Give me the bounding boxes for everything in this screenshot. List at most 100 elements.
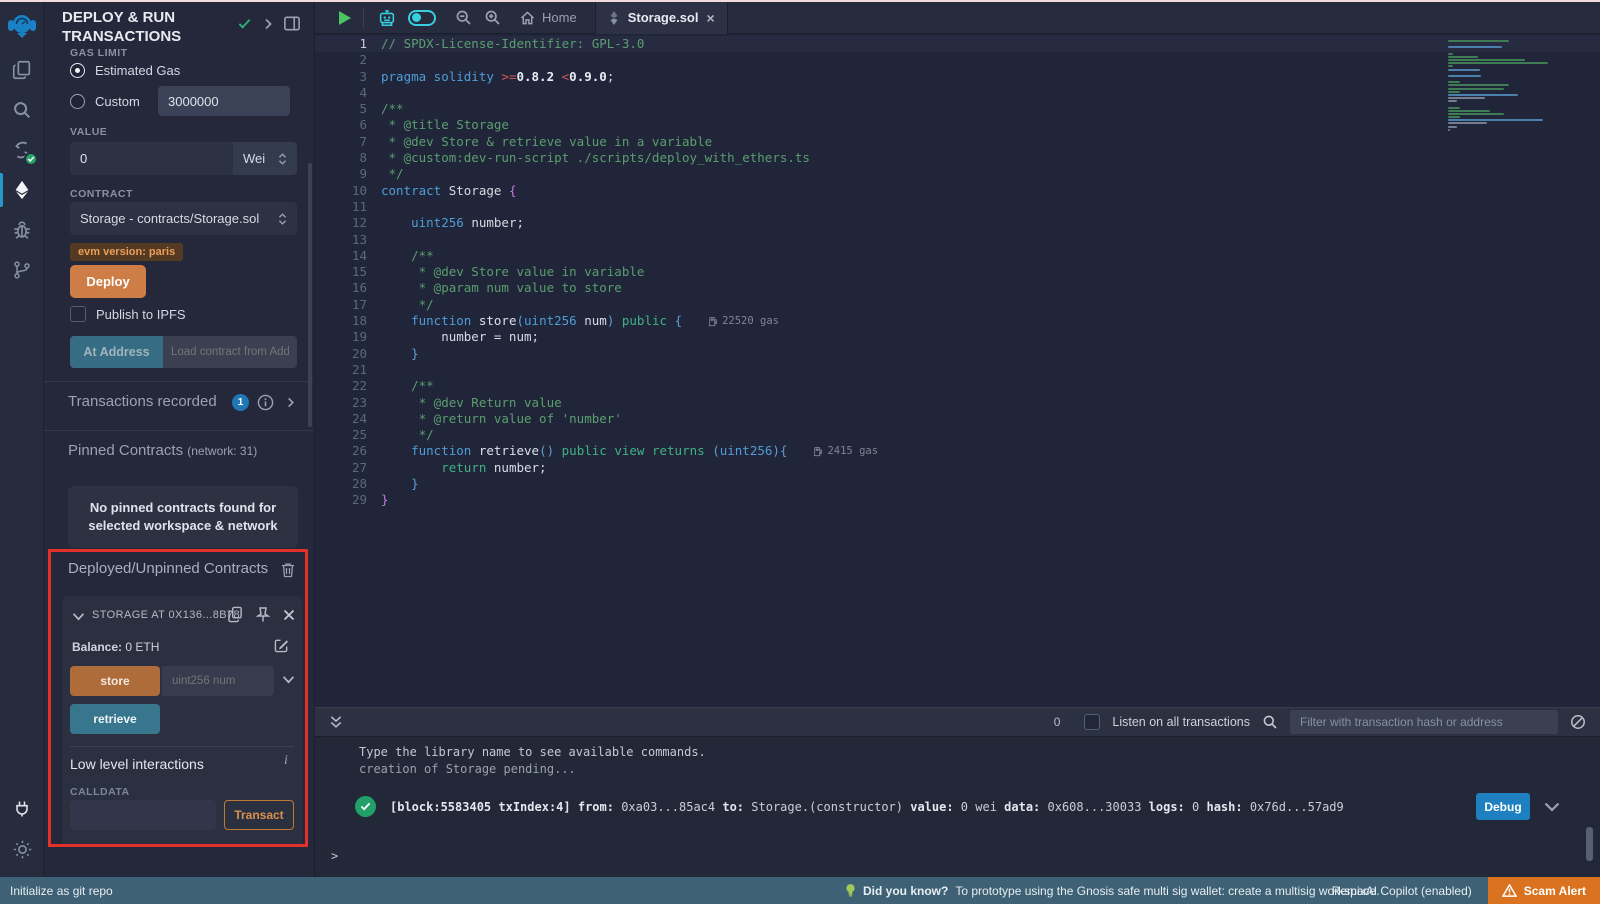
sidebar-item-plugin-manager[interactable]	[0, 789, 44, 829]
git-init-status[interactable]: Initialize as git repo	[10, 884, 113, 898]
value-unit-select[interactable]: Wei	[233, 142, 297, 175]
code-line-12[interactable]: 12 uint256 number;	[315, 215, 1600, 231]
scam-alert-button[interactable]: Scam Alert	[1488, 877, 1600, 904]
code-line-5[interactable]: 5/**	[315, 101, 1600, 117]
code-line-3[interactable]: 3pragma solidity >=0.8.2 <0.9.0;	[315, 69, 1600, 85]
code-line-23[interactable]: 23 * @dev Return value	[315, 395, 1600, 411]
copy-address-icon[interactable]	[228, 606, 243, 623]
low-level-info-icon[interactable]: i	[284, 753, 288, 769]
zoom-out-icon[interactable]	[454, 8, 473, 27]
close-tab-icon[interactable]: ×	[706, 10, 714, 26]
code-line-11[interactable]: 11	[315, 199, 1600, 215]
code-line-1[interactable]: 1// SPDX-License-Identifier: GPL-3.0	[315, 36, 1600, 52]
transaction-log-row[interactable]: [block:5583405 txIndex:4] from: 0xa03...…	[355, 793, 1560, 820]
transact-button[interactable]: Transact	[224, 800, 294, 830]
copilot-toggle[interactable]	[408, 10, 436, 26]
store-expand-chevron-icon[interactable]	[282, 675, 295, 684]
run-script-play-icon[interactable]	[339, 11, 351, 25]
at-address-button[interactable]: At Address	[70, 336, 163, 368]
sidebar-item-settings[interactable]	[0, 829, 44, 869]
code-line-27[interactable]: 27 return number;	[315, 460, 1600, 476]
code-line-26[interactable]: 26 function retrieve() public view retur…	[315, 443, 1600, 459]
terminal-output[interactable]: Type the library name to see available c…	[315, 737, 1600, 877]
code-line-28[interactable]: 28 }	[315, 476, 1600, 492]
code-line-14[interactable]: 14 /**	[315, 248, 1600, 264]
code-line-6[interactable]: 6 * @title Storage	[315, 117, 1600, 133]
remove-contract-icon[interactable]	[283, 609, 295, 621]
deploy-button[interactable]: Deploy	[70, 265, 146, 298]
contract-expand-chevron-icon[interactable]	[72, 612, 85, 621]
code-line-24[interactable]: 24 * @return value of 'number'	[315, 411, 1600, 427]
code-line-7[interactable]: 7 * @dev Store & retrieve value in a var…	[315, 134, 1600, 150]
custom-gas-input[interactable]	[158, 86, 290, 116]
sidebar-item-search[interactable]	[0, 90, 44, 130]
sidebar-item-deploy-run[interactable]	[0, 170, 44, 210]
panel-chevron-right-icon[interactable]	[262, 18, 274, 30]
estimated-gas-radio-row[interactable]: Estimated Gas	[70, 63, 180, 78]
code-line-19[interactable]: 19 number = num;	[315, 329, 1600, 345]
line-number: 11	[315, 199, 381, 215]
balance-row: Balance: 0 ETH	[72, 640, 159, 654]
terminal-search-icon[interactable]	[1262, 714, 1278, 730]
tab-storage-sol[interactable]: Storage.sol ×	[595, 2, 728, 34]
minimap-line	[1448, 40, 1509, 42]
code-line-9[interactable]: 9 */	[315, 166, 1600, 182]
listen-all-checkbox[interactable]	[1084, 714, 1100, 730]
sidebar-item-file-explorer[interactable]	[0, 50, 44, 90]
code-line-29[interactable]: 29}	[315, 492, 1600, 508]
contract-select[interactable]: Storage - contracts/Storage.sol	[70, 202, 297, 235]
sidebar-item-solidity-compiler[interactable]	[0, 130, 44, 170]
contract-select-value: Storage - contracts/Storage.sol	[80, 211, 259, 226]
sidebar-item-debugger[interactable]	[0, 210, 44, 250]
code-line-18[interactable]: 18 function store(uint256 num) public {2…	[315, 313, 1600, 329]
code-line-16[interactable]: 16 * @param num value to store	[315, 280, 1600, 296]
code-line-20[interactable]: 20 }	[315, 346, 1600, 362]
transactions-info-icon[interactable]	[257, 394, 274, 411]
value-input[interactable]	[70, 142, 233, 175]
custom-gas-radio[interactable]	[70, 94, 85, 109]
remix-logo[interactable]	[0, 2, 44, 50]
transactions-chevron-right-icon[interactable]	[285, 397, 296, 408]
lightbulb-icon	[845, 883, 856, 898]
custom-gas-radio-row[interactable]: Custom	[70, 94, 140, 109]
code-line-17[interactable]: 17 */	[315, 297, 1600, 313]
panel-check-icon[interactable]	[237, 16, 252, 31]
ai-assistant-robot-icon[interactable]	[376, 8, 398, 28]
at-address-input[interactable]	[163, 336, 297, 368]
store-function-button[interactable]: store	[70, 666, 160, 696]
contract-instance-label[interactable]: STORAGE AT 0X136...8B78	[92, 609, 240, 621]
zoom-in-icon[interactable]	[483, 8, 502, 27]
terminal-prompt[interactable]: >	[331, 849, 338, 863]
sidebar-item-git[interactable]	[0, 250, 44, 290]
code-line-15[interactable]: 15 * @dev Store value in variable	[315, 264, 1600, 280]
clear-console-ban-icon[interactable]	[1570, 714, 1586, 730]
code-line-10[interactable]: 10contract Storage {	[315, 183, 1600, 199]
code-line-22[interactable]: 22 /**	[315, 378, 1600, 394]
tab-home[interactable]: Home	[520, 10, 577, 25]
code-line-2[interactable]: 2	[315, 52, 1600, 68]
code-line-8[interactable]: 8 * @custom:dev-run-script ./scripts/dep…	[315, 150, 1600, 166]
expand-transaction-chevron-icon[interactable]	[1544, 802, 1560, 812]
code-line-13[interactable]: 13	[315, 232, 1600, 248]
code-editor[interactable]: 1// SPDX-License-Identifier: GPL-3.023pr…	[315, 34, 1600, 707]
retrieve-function-button[interactable]: retrieve	[70, 704, 160, 734]
pin-contract-icon[interactable]	[256, 606, 270, 623]
publish-ipfs-checkbox[interactable]	[70, 306, 86, 322]
editor-minimap[interactable]	[1448, 40, 1556, 132]
clear-deployed-trash-icon[interactable]	[281, 562, 295, 578]
estimated-gas-radio[interactable]	[70, 63, 85, 78]
side-panel-scrollbar[interactable]	[308, 163, 312, 427]
code-line-21[interactable]: 21	[315, 362, 1600, 378]
collapse-terminal-icon[interactable]	[329, 715, 343, 730]
transaction-filter-input[interactable]	[1290, 710, 1558, 734]
code-line-4[interactable]: 4	[315, 85, 1600, 101]
pin-panel-icon[interactable]	[284, 16, 300, 31]
status-bar: Initialize as git repo Did you know? To …	[0, 877, 1600, 904]
terminal-scrollbar[interactable]	[1586, 827, 1593, 861]
store-argument-input[interactable]	[162, 666, 274, 696]
code-line-25[interactable]: 25 */	[315, 427, 1600, 443]
line-number: 23	[315, 395, 381, 411]
calldata-input[interactable]	[70, 800, 216, 830]
debug-button[interactable]: Debug	[1476, 793, 1530, 820]
edit-balance-icon[interactable]	[274, 638, 289, 653]
